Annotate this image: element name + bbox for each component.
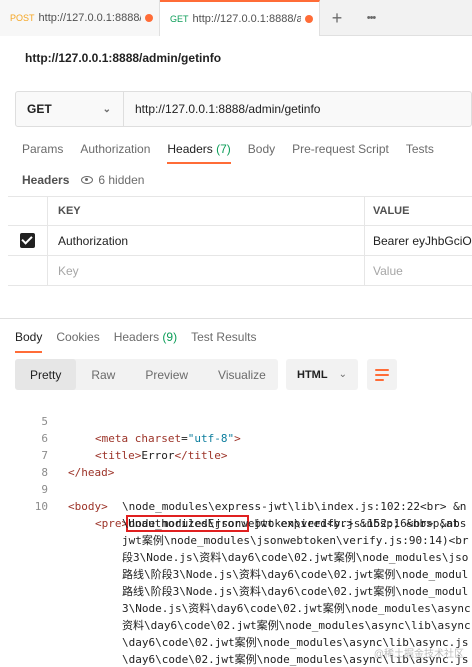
code-line: 9 <body>: [0, 464, 472, 513]
request-tabs: Params Authorization Headers (7) Body Pr…: [22, 142, 451, 164]
headers-count: (7): [216, 142, 231, 156]
code-line-wrapped: jwt案例\node_modules\jsonwebtoken\verify.j…: [0, 532, 472, 549]
table-row-placeholder: Key Value: [8, 256, 472, 286]
code-text: 路线\阶段3\Node.js\资料\day6\code\02.jwt案例\nod…: [122, 585, 469, 598]
code-line-wrapped: 段3\Node.js\资料\day6\code\02.jwt案例\node_mo…: [0, 549, 472, 566]
chevron-down-icon: ⌄: [102, 103, 111, 115]
request-tab-get[interactable]: GET http://127.0.0.1:8888/ac: [160, 0, 320, 36]
more-icon: •••: [366, 12, 377, 24]
code-line-wrapped: \node_modules\express-jwt\lib\index.js:1…: [0, 498, 472, 515]
code-line: 8: [0, 447, 472, 479]
request-tab-post[interactable]: POST http://127.0.0.1:8888/a: [0, 0, 160, 36]
format-label: HTML: [297, 368, 328, 381]
view-mode-toolbar: Pretty Raw Preview Visualize: [15, 359, 278, 390]
table-header-row: KEY VALUE: [8, 197, 472, 226]
code-line-wrapped: \node_modules\jsonwebtoken\verify.js:152…: [0, 515, 472, 532]
tab-params[interactable]: Params: [22, 142, 63, 164]
response-tab-cookies[interactable]: Cookies: [56, 330, 99, 353]
new-tab-button[interactable]: +: [320, 0, 354, 36]
new-key-field[interactable]: Key: [48, 256, 365, 285]
unsaved-dot-icon: [305, 15, 313, 23]
code-line: 6 <title>Error</title>: [0, 413, 472, 462]
headers-table: KEY VALUE Authorization Bearer eyJhbGciO…: [8, 196, 472, 286]
wrap-lines-icon: [375, 368, 389, 371]
header-key-cell[interactable]: Authorization: [48, 226, 365, 255]
code-line: 7 </head>: [0, 430, 472, 479]
code-line: 5 <meta charset="utf-8">: [0, 396, 472, 445]
headers-section-label: Headers: [22, 173, 70, 187]
code-text: 资料\day6\code\02.jwt案例\node_modules\async…: [122, 619, 471, 632]
plus-icon: +: [331, 7, 343, 28]
tab-authorization[interactable]: Authorization: [80, 142, 150, 164]
code-line: 10 <pre>UnauthorizedError: jwt expired<b…: [0, 481, 472, 532]
tab-strip: POST http://127.0.0.1:8888/a GET http://…: [0, 0, 472, 36]
format-select[interactable]: HTML ⌄: [286, 359, 358, 390]
tab-body[interactable]: Body: [248, 142, 275, 164]
code-text: 段3\Node.js\资料\day6\code\02.jwt案例\node_mo…: [122, 551, 469, 564]
response-tab-test-results[interactable]: Test Results: [191, 330, 256, 353]
table-row: Authorization Bearer eyJhbGciOi: [8, 226, 472, 256]
view-visualize-button[interactable]: Visualize: [203, 359, 281, 390]
url-bar: GET ⌄: [15, 91, 472, 127]
unsaved-dot-icon: [145, 14, 153, 22]
response-tab-headers[interactable]: Headers (9): [114, 330, 177, 353]
method-select[interactable]: GET ⌄: [16, 92, 124, 126]
tab-headers[interactable]: Headers (7): [167, 142, 231, 164]
hidden-headers-toggle[interactable]: 6 hidden: [81, 173, 144, 187]
header-enabled-checkbox[interactable]: [20, 233, 35, 248]
pane-divider[interactable]: [0, 318, 472, 319]
code-line-wrapped: 资料\day6\code\02.jwt案例\node_modules\async…: [0, 617, 472, 634]
code-line-wrapped: 路线\阶段3\Node.js\资料\day6\code\02.jwt案例\nod…: [0, 566, 472, 583]
response-code-view[interactable]: 5 <meta charset="utf-8"> 6 <title>Error<…: [0, 396, 472, 667]
code-line-wrapped: 路线\阶段3\Node.js\资料\day6\code\02.jwt案例\nod…: [0, 583, 472, 600]
wrap-lines-icon-bar: [375, 373, 389, 376]
value-column-header: VALUE: [373, 205, 410, 217]
header-value-cell[interactable]: Bearer eyJhbGciOi: [365, 226, 472, 255]
view-preview-button[interactable]: Preview: [130, 359, 203, 390]
request-title[interactable]: http://127.0.0.1:8888/admin/getinfo: [25, 51, 221, 65]
eye-icon: [81, 176, 94, 184]
view-pretty-button[interactable]: Pretty: [15, 359, 77, 390]
tab-prerequest-script[interactable]: Pre-request Script: [292, 142, 389, 164]
tab-headers-label: Headers: [167, 142, 213, 156]
row-checkbox-cell: [8, 256, 48, 285]
row-checkbox-cell: [8, 226, 48, 255]
more-tabs-button[interactable]: •••: [354, 0, 388, 36]
key-column-header: KEY: [48, 197, 365, 225]
tab-method-label: POST: [10, 13, 35, 23]
hidden-headers-label: 6 hidden: [98, 173, 145, 187]
response-tab-body[interactable]: Body: [15, 330, 43, 353]
response-headers-count: (9): [162, 330, 178, 344]
tab-url-label: http://127.0.0.1:8888/ac: [192, 13, 301, 25]
chevron-down-icon: ⌄: [338, 369, 347, 380]
view-raw-button[interactable]: Raw: [76, 359, 130, 390]
wrap-lines-button[interactable]: [367, 359, 397, 390]
new-value-field[interactable]: Value: [365, 256, 472, 285]
tab-url-label: http://127.0.0.1:8888/a: [38, 12, 141, 24]
response-tabs: Body Cookies Headers (9) Test Results: [15, 330, 270, 353]
checkbox-column-header: [8, 197, 48, 225]
url-input[interactable]: [124, 92, 471, 126]
tab-tests[interactable]: Tests: [406, 142, 434, 164]
code-text: 3\Node.js\资料\day6\code\02.jwt案例\node_mod…: [122, 602, 471, 615]
code-text: \node_modules\express-jwt\lib\index.js:1…: [122, 500, 467, 513]
headers-subheader: Headers 6 hidden: [22, 173, 144, 187]
watermark: @稀土掘金技术社区: [373, 649, 464, 660]
response-headers-label: Headers: [113, 330, 160, 344]
tab-method-label: GET: [170, 14, 189, 24]
code-line-wrapped: 3\Node.js\资料\day6\code\02.jwt案例\node_mod…: [0, 600, 472, 617]
code-text: 路线\阶段3\Node.js\资料\day6\code\02.jwt案例\nod…: [122, 568, 469, 581]
code-text: \node_modules\jsonwebtoken\verify.js:152…: [122, 517, 467, 530]
code-text: jwt案例\node_modules\jsonwebtoken\verify.j…: [122, 534, 469, 547]
method-label: GET: [27, 102, 52, 116]
wrap-lines-icon-bar: [375, 378, 384, 381]
